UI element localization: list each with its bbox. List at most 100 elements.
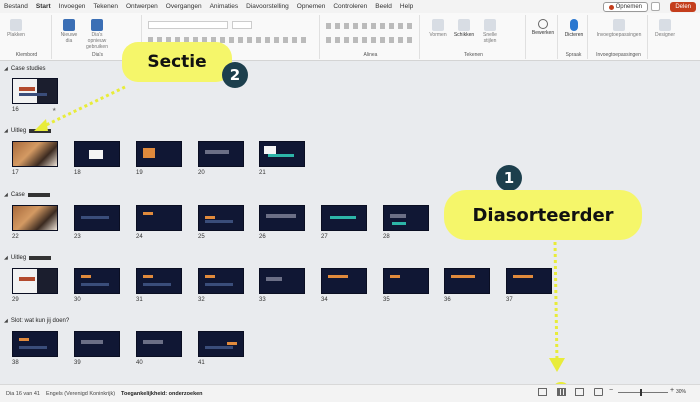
- slide-number: 28: [383, 234, 390, 240]
- shapes-label: Vormen: [429, 32, 447, 38]
- group-addins: Invoegtoepassingen Invoegtoepassingen: [590, 15, 648, 59]
- ribbon: Plakken Klembord Nieuwe dia Dia's opnieu…: [0, 13, 700, 61]
- shapes-button[interactable]: Vormen: [426, 19, 450, 38]
- paragraph-group-label: Alinea: [363, 52, 378, 58]
- slide-thumbnail[interactable]: [383, 268, 429, 294]
- tab-bestand[interactable]: Bestand: [0, 0, 32, 13]
- paragraph-align-buttons[interactable]: [326, 37, 412, 43]
- record-button[interactable]: Opnemen: [602, 2, 648, 12]
- slide-number: 22: [12, 234, 19, 240]
- chevron-down-icon[interactable]: ◢: [4, 318, 8, 324]
- language-status[interactable]: Engels (Verenigd Koninkrijk): [46, 391, 115, 397]
- tab-controleren[interactable]: Controleren: [329, 0, 371, 13]
- tab-overgangen[interactable]: Overgangen: [162, 0, 206, 13]
- slide-thumbnail[interactable]: [444, 268, 490, 294]
- section-title: Uitleg: [10, 255, 27, 261]
- section-title: Slot: wat kun jij doen?: [10, 318, 70, 324]
- paste-label: Plakken: [7, 32, 25, 38]
- slide-thumbnail[interactable]: [321, 205, 367, 231]
- slide-thumbnail[interactable]: [136, 331, 182, 357]
- addins-icon: [613, 19, 625, 31]
- reading-view-icon[interactable]: [575, 388, 584, 396]
- section-header-slot[interactable]: ◢ Slot: wat kun jij doen?: [4, 318, 69, 324]
- zoom-slider[interactable]: [618, 392, 668, 393]
- slide-thumbnail[interactable]: [136, 205, 182, 231]
- accessibility-status[interactable]: Toegankelijkheid: onderzoeken: [121, 391, 203, 397]
- slide-number: 40: [136, 360, 143, 366]
- zoom-slider-handle[interactable]: [640, 389, 642, 396]
- chevron-down-icon[interactable]: ◢: [4, 255, 8, 261]
- slide-thumbnail[interactable]: [74, 268, 120, 294]
- tab-start[interactable]: Start: [31, 0, 55, 14]
- edit-button[interactable]: Bewerken: [530, 19, 556, 36]
- slide-thumbnail[interactable]: [198, 141, 244, 167]
- slide-thumbnail[interactable]: [198, 205, 244, 231]
- slide-thumbnail[interactable]: [259, 205, 305, 231]
- slideshow-icon[interactable]: [594, 388, 603, 396]
- tab-help[interactable]: Help: [396, 0, 417, 13]
- ribbon-tabs: Bestand Start Invoegen Tekenen Ontwerpen…: [0, 0, 700, 14]
- slide-number: 24: [136, 234, 143, 240]
- slide-number: 19: [136, 170, 143, 176]
- addins-button[interactable]: Invoegtoepassingen: [592, 19, 646, 38]
- slide-thumbnail[interactable]: [12, 141, 58, 167]
- section-header-uitleg-2[interactable]: ◢ Uitleg: [4, 255, 52, 261]
- normal-view-icon[interactable]: [538, 388, 547, 396]
- slide-thumbnail[interactable]: [136, 141, 182, 167]
- designer-button[interactable]: Designer: [652, 19, 678, 38]
- reuse-slides-icon: [91, 19, 103, 31]
- new-slide-icon: [63, 19, 75, 31]
- font-size-box[interactable]: [232, 21, 252, 29]
- tab-tekenen[interactable]: Tekenen: [89, 0, 122, 13]
- slide-thumbnail[interactable]: [198, 331, 244, 357]
- paste-button[interactable]: Plakken: [6, 19, 26, 38]
- slide-thumbnail[interactable]: [259, 141, 305, 167]
- group-designer: Designer: [650, 15, 680, 59]
- comments-icon[interactable]: [651, 2, 660, 11]
- tab-beeld[interactable]: Beeld: [371, 0, 396, 13]
- slide-number: 38: [12, 360, 19, 366]
- group-editing: Bewerken: [528, 15, 558, 59]
- slide-thumbnail[interactable]: [383, 205, 429, 231]
- reuse-slides-button[interactable]: Dia's opnieuw gebruiken: [82, 19, 112, 50]
- tab-opnemen[interactable]: Opnemen: [293, 0, 330, 13]
- chevron-down-icon[interactable]: ◢: [4, 128, 8, 134]
- arrange-button[interactable]: Schikken: [452, 19, 476, 38]
- group-voice: Dicteren Spraak: [560, 15, 588, 59]
- tab-animaties[interactable]: Animaties: [206, 0, 243, 13]
- arrange-icon: [458, 19, 470, 31]
- addins-label: Invoegtoepassingen: [596, 32, 642, 38]
- new-slide-button[interactable]: Nieuwe dia: [58, 19, 80, 44]
- font-name-box[interactable]: [148, 21, 228, 29]
- dictate-button[interactable]: Dicteren: [562, 19, 586, 38]
- slide-thumbnail[interactable]: [136, 268, 182, 294]
- slide-thumbnail[interactable]: [259, 268, 305, 294]
- share-button[interactable]: Delen: [670, 2, 696, 12]
- slide-thumbnail[interactable]: [12, 205, 58, 231]
- slide-sorter-icon[interactable]: [557, 388, 566, 396]
- tab-invoegen[interactable]: Invoegen: [55, 0, 90, 13]
- zoom-level[interactable]: 30%: [676, 389, 686, 395]
- chevron-down-icon[interactable]: ◢: [4, 192, 8, 198]
- slide-number: 41: [198, 360, 205, 366]
- paste-icon: [10, 19, 22, 31]
- slide-count: Dia 16 van 41: [6, 390, 40, 397]
- zoom-in-icon[interactable]: +: [670, 387, 674, 394]
- slide-thumbnail[interactable]: [12, 268, 58, 294]
- zoom-out-icon[interactable]: −: [609, 387, 613, 394]
- quick-styles-button[interactable]: Snelle stijlen: [478, 19, 502, 44]
- section-header-case-studies[interactable]: ◢ Case studies: [4, 66, 46, 72]
- reuse-label: Dia's opnieuw gebruiken: [86, 32, 108, 50]
- section-header-case[interactable]: ◢ Case: [4, 192, 50, 198]
- slide-thumbnail[interactable]: [198, 268, 244, 294]
- slide-thumbnail[interactable]: [74, 331, 120, 357]
- slide-thumbnail[interactable]: [74, 141, 120, 167]
- slide-thumbnail[interactable]: [74, 205, 120, 231]
- tab-ontwerpen[interactable]: Ontwerpen: [122, 0, 162, 13]
- group-clipboard: Plakken Klembord: [2, 15, 52, 59]
- chevron-down-icon[interactable]: ◢: [4, 66, 8, 72]
- tab-diavoorstelling[interactable]: Diavoorstelling: [242, 0, 293, 13]
- slide-thumbnail[interactable]: [321, 268, 367, 294]
- slide-thumbnail[interactable]: [12, 331, 58, 357]
- paragraph-list-buttons[interactable]: [326, 23, 412, 29]
